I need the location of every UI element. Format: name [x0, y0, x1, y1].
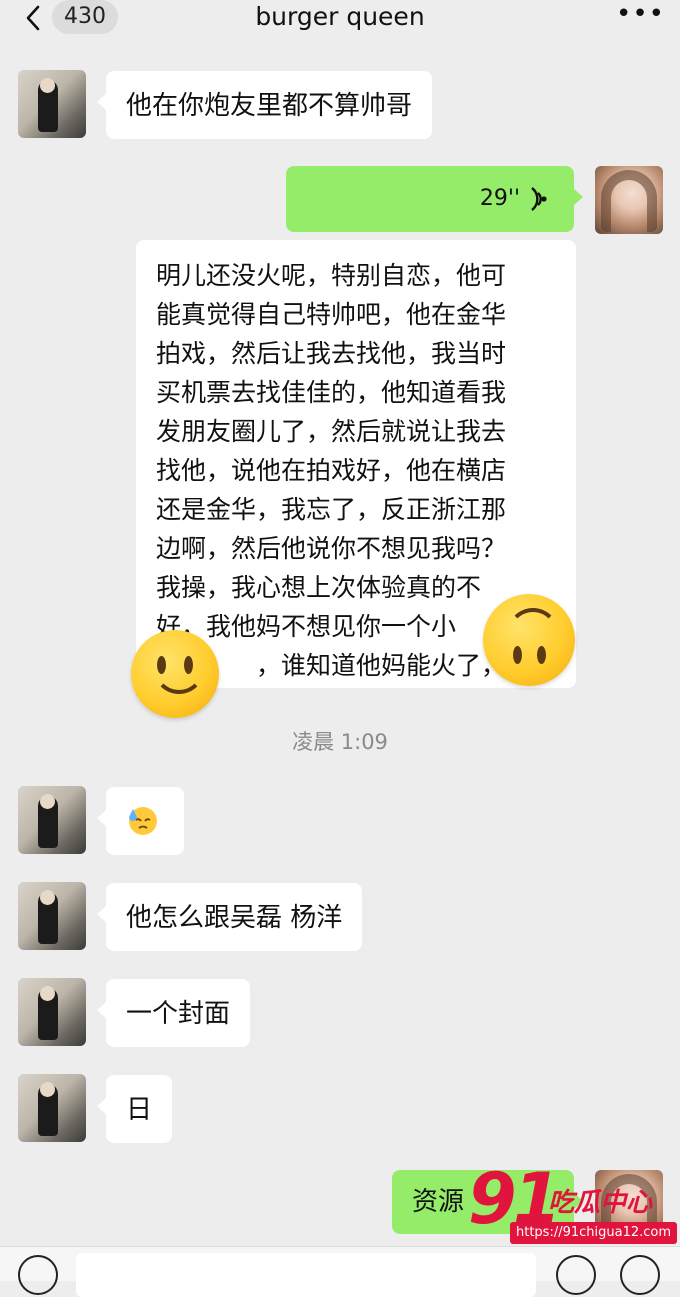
chat-header: 430 burger queen •••: [0, 0, 680, 44]
smiling-face-icon: [131, 630, 219, 718]
transcript-line: 我操，我心想上次体验真的不: [156, 573, 482, 602]
message-text: 日: [126, 1095, 153, 1125]
message-text: 一个封面: [126, 999, 231, 1029]
contact-avatar[interactable]: [18, 786, 86, 854]
transcript-line: 边啊，然后他说你不想见我吗？: [156, 534, 507, 563]
voice-duration: 29'': [479, 186, 520, 211]
transcript-line: 找他，说他在拍戏好，他在横店: [156, 456, 507, 485]
plus-button-icon[interactable]: [620, 1255, 660, 1295]
transcript-line: 明儿还没火呢，特别自恋，他可: [156, 261, 507, 290]
contact-avatar[interactable]: [18, 1074, 86, 1142]
message-input[interactable]: [76, 1253, 536, 1297]
input-bar: [0, 1246, 680, 1297]
incoming-message[interactable]: 他在你炮友里都不算帅哥: [97, 71, 433, 139]
contact-avatar[interactable]: [18, 978, 86, 1046]
transcript-line: 还是金华，我忘了，反正浙江那: [156, 495, 507, 524]
transcript-line: 买机票去找佳佳的，他知道看我: [156, 378, 507, 407]
emoji-button-icon[interactable]: [556, 1255, 596, 1295]
outgoing-voice-message[interactable]: 29'': [286, 166, 583, 232]
my-avatar[interactable]: [595, 166, 663, 234]
transcript-line: 能真觉得自己特帅吧，他在金华: [156, 300, 507, 329]
voice-wave-icon: [531, 187, 547, 211]
incoming-message[interactable]: 日: [97, 1075, 173, 1143]
more-options-icon[interactable]: •••: [616, 1, 664, 30]
transcript-line: 拍戏，然后让我去找他，我当时: [156, 339, 507, 368]
message-text: 他怎么跟吴磊 杨洋: [126, 903, 343, 933]
chat-title: burger queen: [255, 2, 425, 31]
sweat-face-icon: [129, 807, 157, 835]
contact-avatar[interactable]: [18, 70, 86, 138]
incoming-message[interactable]: 他怎么跟吴磊 杨洋: [97, 883, 363, 951]
upside-down-face-icon: [483, 594, 575, 686]
message-timestamp: 凌晨 1:09: [292, 730, 388, 754]
watermark-url: https://91chigua12.com: [510, 1222, 678, 1244]
watermark-logo: 91 吃瓜中心 https://91chigua12.com: [468, 1158, 678, 1246]
contact-avatar[interactable]: [18, 882, 86, 950]
transcript-line: 发朋友圈儿了，然后就说让我去: [156, 417, 507, 446]
incoming-message[interactable]: 一个封面: [97, 979, 251, 1047]
watermark-brand: 吃瓜中心: [548, 1188, 653, 1218]
message-text: 他在你炮友里都不算帅哥: [126, 91, 413, 121]
voice-input-icon[interactable]: [18, 1255, 58, 1295]
